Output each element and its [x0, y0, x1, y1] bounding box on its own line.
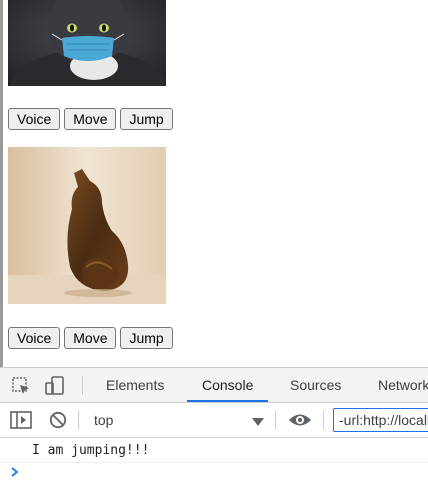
wooden-cat-image	[8, 147, 166, 304]
move-button[interactable]: Move	[64, 108, 117, 130]
device-toolbar-icon[interactable]	[44, 375, 66, 402]
console-toolbar: top	[0, 403, 428, 438]
voice-button[interactable]: Voice	[8, 327, 61, 349]
card2-button-row: Voice Move Jump	[8, 327, 173, 349]
devtools-tab-bar: Elements Console Sources Network	[0, 368, 428, 403]
move-button[interactable]: Move	[64, 327, 117, 349]
separator	[323, 410, 324, 430]
context-selector-label[interactable]: top	[94, 403, 113, 437]
sidebar-toggle-icon[interactable]	[10, 411, 32, 434]
live-expression-eye-icon[interactable]	[288, 412, 312, 433]
console-filter-input[interactable]	[333, 408, 428, 432]
jump-button[interactable]: Jump	[120, 327, 173, 349]
separator	[82, 376, 83, 395]
console-message-row: I am jumping!!!	[0, 438, 428, 463]
tab-network[interactable]: Network	[378, 368, 428, 402]
tab-console[interactable]: Console	[187, 368, 269, 402]
left-border	[0, 0, 3, 367]
voice-button[interactable]: Voice	[8, 108, 61, 130]
separator	[275, 410, 276, 430]
separator	[78, 410, 79, 430]
prompt-chevron-icon	[10, 465, 20, 484]
cat-mask-image	[8, 0, 166, 86]
tab-elements[interactable]: Elements	[106, 368, 164, 402]
dropdown-arrow-icon[interactable]	[252, 415, 264, 433]
console-prompt[interactable]	[0, 463, 428, 489]
clear-console-icon[interactable]	[49, 411, 67, 434]
jump-button[interactable]: Jump	[120, 108, 173, 130]
inspect-element-icon[interactable]	[11, 376, 31, 401]
console-message: I am jumping!!!	[32, 443, 150, 458]
tab-sources[interactable]: Sources	[290, 368, 341, 402]
card1-button-row: Voice Move Jump	[8, 108, 173, 130]
devtools-panel: Elements Console Sources Network top -ur…	[0, 367, 428, 489]
page: Voice Move Jump Voice Move Jump Elements…	[0, 0, 428, 489]
